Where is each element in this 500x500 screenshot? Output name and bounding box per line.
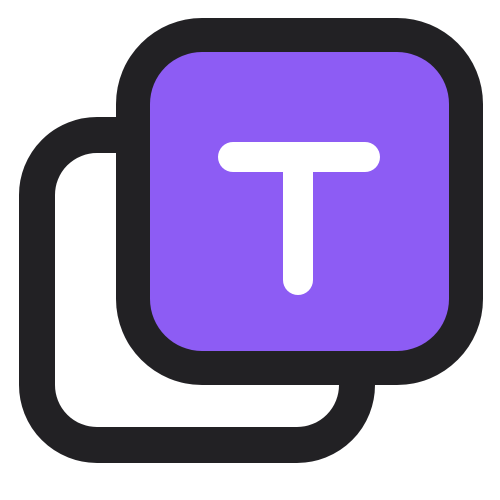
text-copy-icon [19,18,483,463]
icon-canvas [0,0,500,500]
